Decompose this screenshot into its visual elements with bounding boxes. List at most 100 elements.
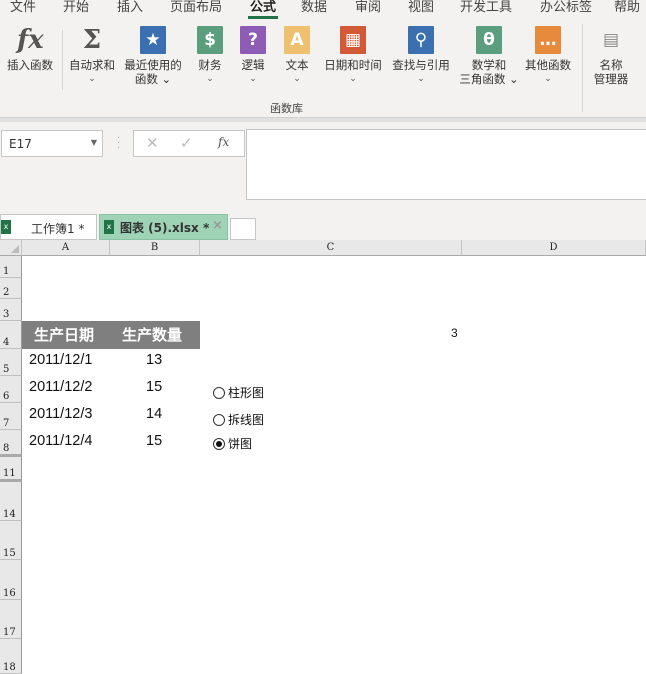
- more-book-icon: …: [535, 26, 561, 54]
- qty-cell[interactable]: 15: [146, 433, 162, 449]
- row-header-14[interactable]: 14: [0, 482, 22, 521]
- close-tab-icon[interactable]: ×: [212, 218, 223, 233]
- qty-cell[interactable]: 13: [146, 352, 162, 368]
- doc-tab-chart-file[interactable]: x 图表 (5).xlsx * ×: [99, 214, 228, 240]
- radio-button-icon[interactable]: [213, 386, 225, 399]
- button-label-2: ⌄: [417, 74, 425, 84]
- header-date: 生产日期: [34, 327, 95, 344]
- column-header-c[interactable]: C: [200, 240, 462, 256]
- star-book-icon: ★: [140, 26, 166, 54]
- ribbon-button[interactable]: ▦ 日期和时间 ⌄: [320, 26, 386, 86]
- button-label: 财务: [198, 58, 222, 72]
- doc-tab-workbook1[interactable]: x 工作簿1 *: [0, 214, 97, 240]
- radio-button-icon[interactable]: [213, 413, 225, 426]
- formula-input[interactable]: [246, 129, 646, 200]
- row-header-4[interactable]: 4: [0, 321, 22, 349]
- row-header-18[interactable]: 18: [0, 639, 22, 674]
- select-all-corner[interactable]: [0, 240, 22, 256]
- row-header-17[interactable]: 17: [0, 600, 22, 639]
- column-header-d[interactable]: D: [462, 240, 646, 256]
- ribbon-tab[interactable]: 文件: [10, 0, 36, 15]
- ribbon-button[interactable]: ★ 最近使用的 函数 ⌄: [122, 26, 184, 86]
- button-label: 自动求和: [69, 58, 115, 72]
- row-header-16[interactable]: 16: [0, 560, 22, 600]
- row-header-6[interactable]: 6: [0, 376, 22, 403]
- button-label-2: ⌄: [206, 74, 214, 84]
- drag-handle-icon[interactable]: · · ·: [117, 134, 120, 154]
- ribbon-tab[interactable]: 审阅: [355, 0, 381, 15]
- column-header-b[interactable]: B: [110, 240, 200, 256]
- button-label-2: ⌄: [88, 74, 96, 84]
- radio-button-icon[interactable]: [213, 437, 225, 450]
- ribbon-button[interactable]: … 其他函数 ⌄: [520, 26, 576, 86]
- cancel-icon[interactable]: ✕: [146, 134, 159, 152]
- row-header-15[interactable]: 15: [0, 521, 22, 560]
- fx-icon: fx: [17, 25, 44, 55]
- date-cell[interactable]: 2011/12/4: [29, 433, 92, 449]
- ribbon-button[interactable]: A 文本 ⌄: [280, 26, 314, 86]
- button-label-2: ⌄: [544, 74, 552, 84]
- text-book-icon: A: [284, 26, 310, 54]
- ribbon-tab[interactable]: 帮助: [614, 0, 640, 15]
- radio-option[interactable]: 饼图: [213, 435, 252, 452]
- button-label: 数学和: [471, 58, 507, 72]
- header-qty: 生产数量: [122, 327, 183, 344]
- qty-cell[interactable]: 15: [146, 379, 162, 395]
- formula-buttons: ✕ ✓ fx: [133, 130, 245, 157]
- group-label: 函数库: [270, 102, 303, 115]
- row-header-2[interactable]: 2: [0, 278, 22, 299]
- excel-file-icon: x: [104, 220, 114, 234]
- new-tab-button[interactable]: [230, 218, 256, 240]
- radio-label: 饼图: [228, 437, 253, 451]
- row-header-7[interactable]: 7: [0, 403, 22, 430]
- ribbon-tab[interactable]: 开发工具: [460, 0, 512, 15]
- cell-c4[interactable]: 3: [451, 326, 458, 340]
- date-cell[interactable]: 2011/12/1: [29, 352, 92, 368]
- date-cell[interactable]: 2011/12/2: [29, 379, 92, 395]
- doc-tab-label: 图表 (5).xlsx *: [120, 221, 210, 235]
- ribbon-tab[interactable]: 页面布局: [170, 0, 222, 15]
- ribbon-tab[interactable]: 公式: [247, 0, 279, 19]
- ribbon-button[interactable]: ▤ 名称 管理器: [588, 26, 634, 86]
- sigma-icon: Σ: [82, 25, 102, 55]
- ribbon-button[interactable]: $ 财务 ⌄: [192, 26, 228, 86]
- row-header-3[interactable]: 3: [0, 299, 22, 321]
- button-label: 名称: [599, 58, 623, 72]
- radio-option[interactable]: 柱形图: [213, 384, 264, 401]
- row-header-11[interactable]: 11: [0, 457, 22, 482]
- excel-file-icon: x: [1, 220, 11, 234]
- radio-label: 柱形图: [228, 386, 265, 400]
- date-cell[interactable]: 2011/12/3: [29, 406, 92, 422]
- button-label: 最近使用的: [124, 58, 182, 72]
- ribbon-button[interactable]: θ 数学和 三角函数 ⌄: [455, 26, 523, 86]
- ribbon-tab[interactable]: 数据: [301, 0, 327, 15]
- qty-cell[interactable]: 14: [146, 406, 162, 422]
- enter-icon[interactable]: ✓: [180, 134, 193, 152]
- row-header-1[interactable]: 1: [0, 256, 22, 278]
- button-label-2: 函数 ⌄: [134, 72, 172, 86]
- chevron-down-icon[interactable]: ▼: [91, 138, 97, 147]
- button-label: 查找与引用: [392, 58, 450, 72]
- row-header-8[interactable]: 8: [0, 430, 22, 457]
- ribbon-tab[interactable]: 视图: [408, 0, 434, 15]
- question-book-icon: ?: [240, 26, 266, 54]
- button-label: 日期和时间: [324, 58, 382, 72]
- ribbon-button[interactable]: Σ 自动求和 ⌄: [66, 26, 118, 86]
- name-box[interactable]: E17 ▼: [1, 130, 103, 157]
- ribbon-tab[interactable]: 插入: [117, 0, 143, 15]
- grid[interactable]: [22, 256, 646, 674]
- ribbon-button[interactable]: ⚲ 查找与引用 ⌄: [386, 26, 456, 86]
- coins-book-icon: $: [197, 26, 223, 54]
- ribbon: 文件 开始 插入 页面布局 公式 数据 审阅 视图 开发工具 办公标签 帮助 fx 插入函数 Σ 自…: [0, 0, 646, 118]
- radio-label: 拆线图: [228, 413, 265, 427]
- theta-book-icon: θ: [476, 26, 502, 54]
- ribbon-tab[interactable]: 开始: [63, 0, 89, 15]
- button-label: 文本: [285, 58, 309, 72]
- insert-function-icon[interactable]: fx: [218, 135, 229, 149]
- radio-option[interactable]: 拆线图: [213, 411, 264, 428]
- column-header-a[interactable]: A: [22, 240, 110, 256]
- row-header-5[interactable]: 5: [0, 349, 22, 376]
- ribbon-tab[interactable]: 办公标签: [540, 0, 592, 15]
- ribbon-button[interactable]: ? 逻辑 ⌄: [236, 26, 270, 86]
- ribbon-button[interactable]: fx 插入函数: [2, 26, 58, 72]
